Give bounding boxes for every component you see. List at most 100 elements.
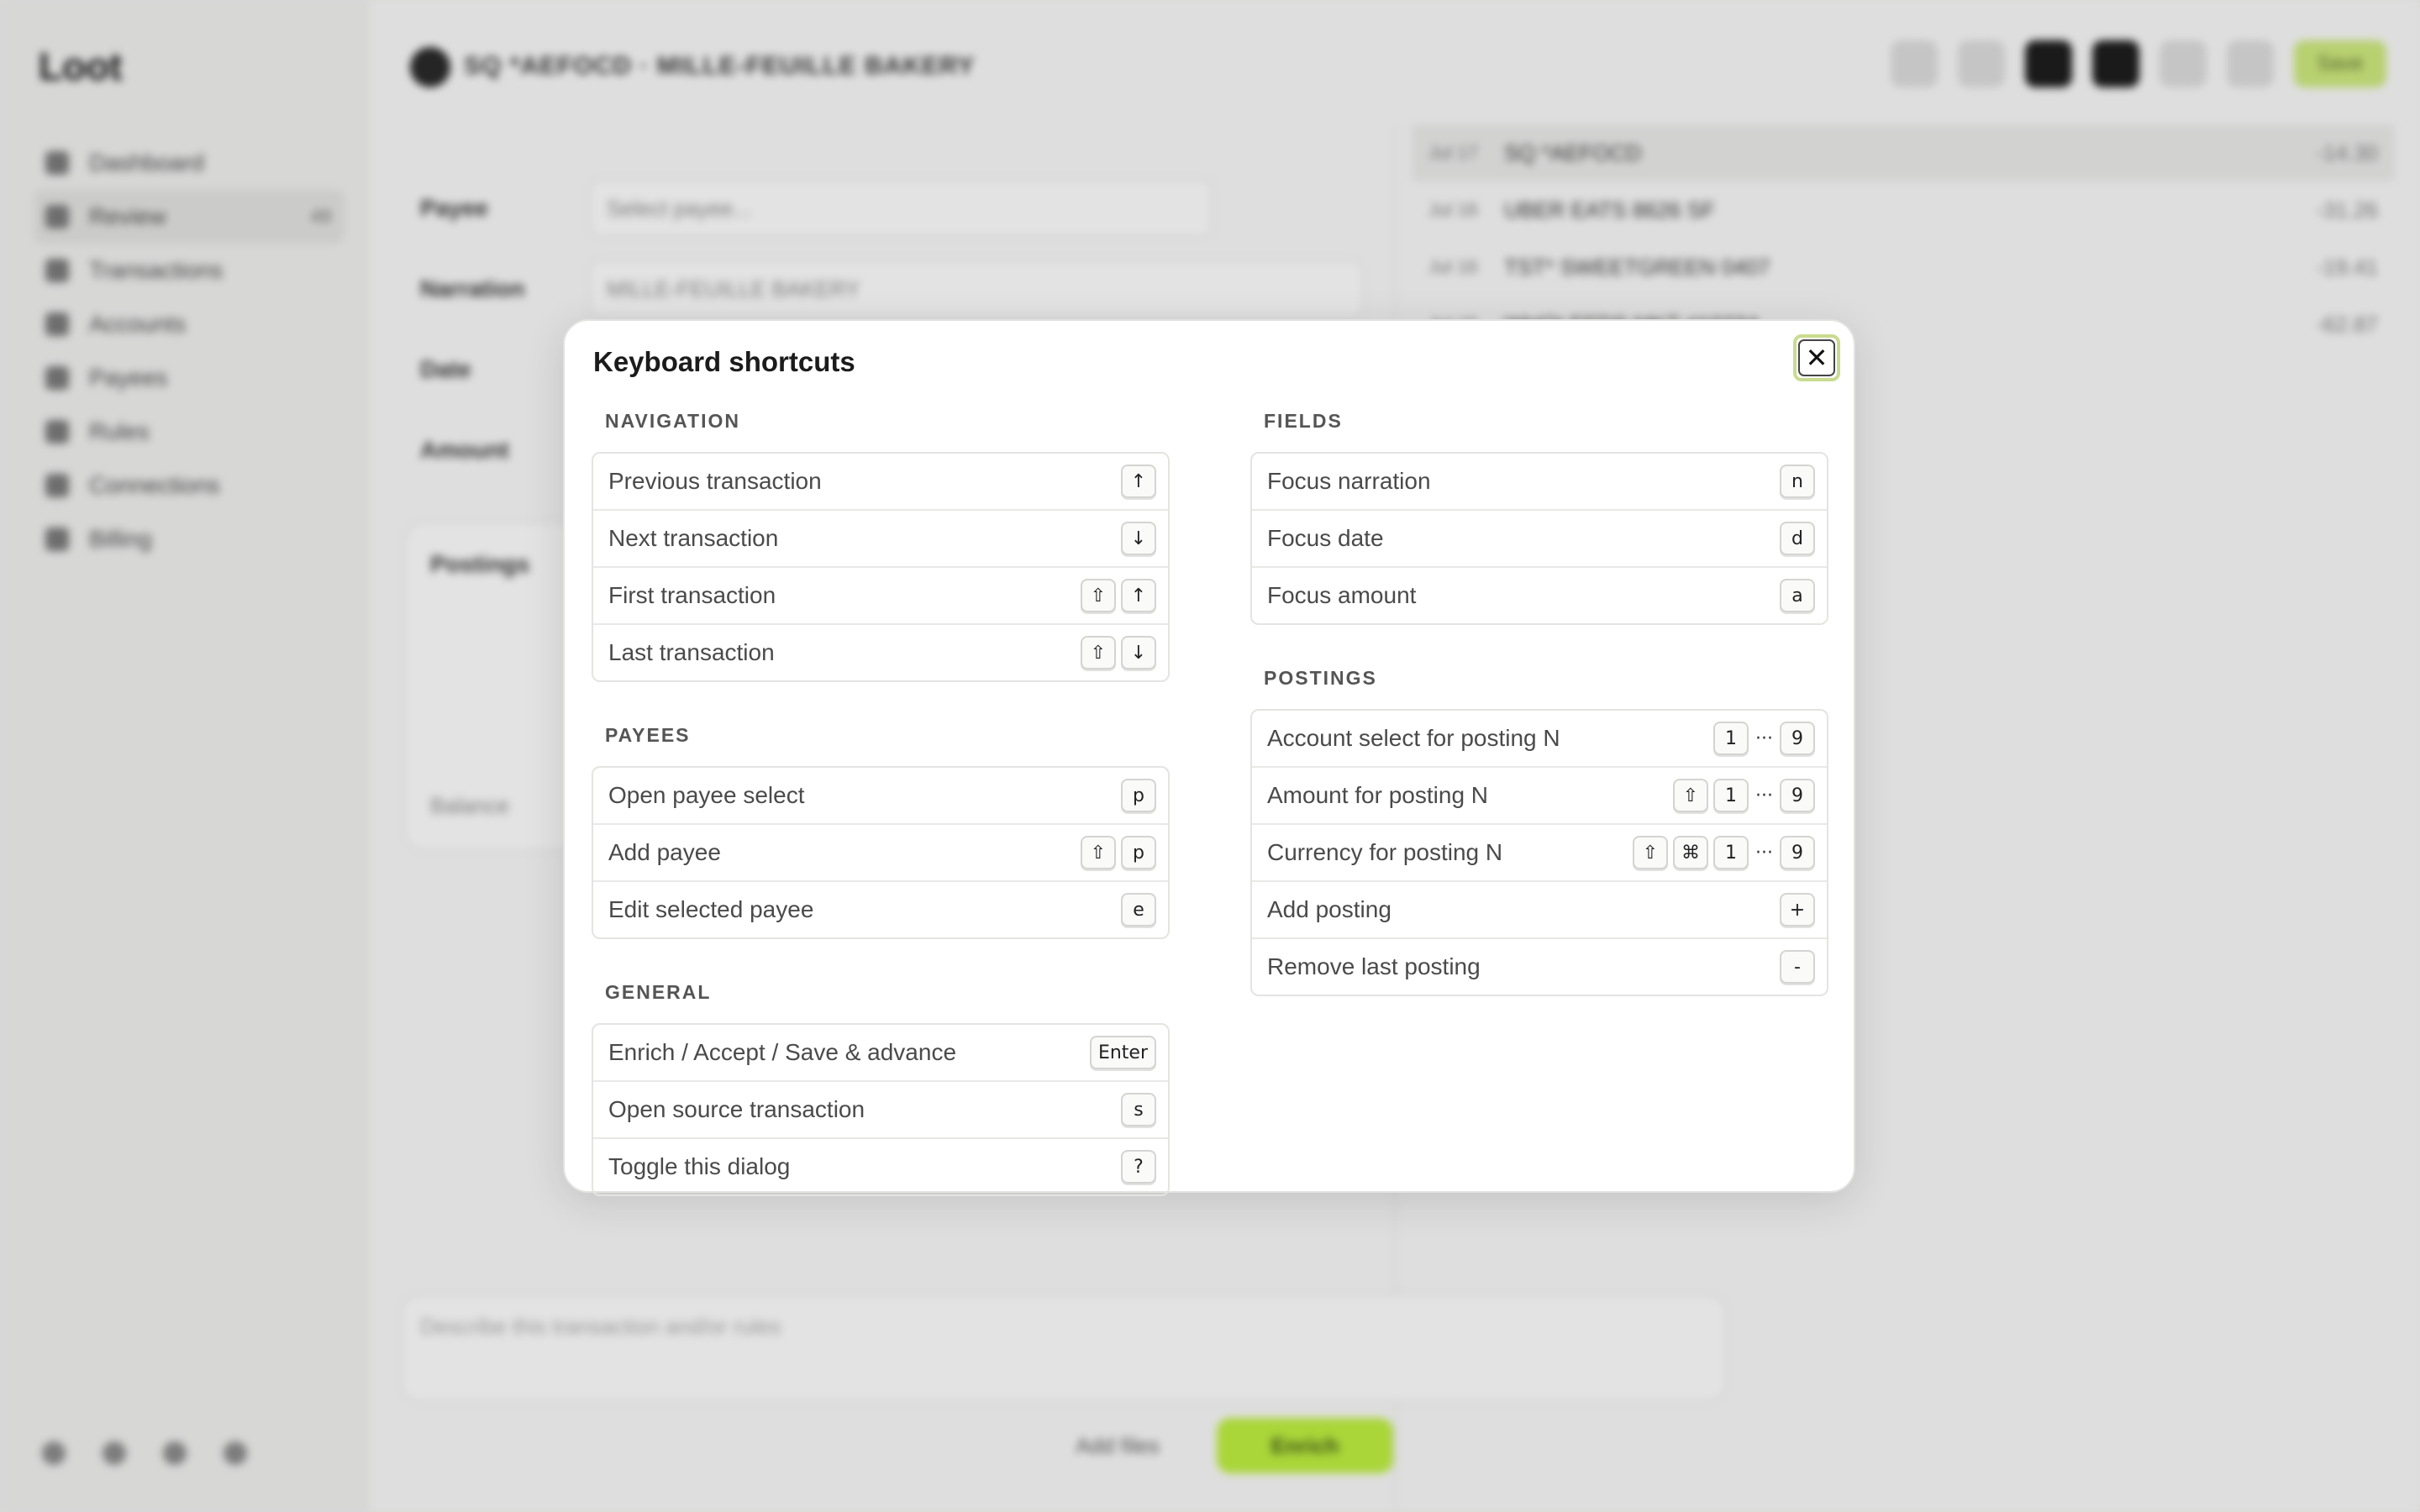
shortcut-label: Focus date xyxy=(1267,525,1384,551)
shortcut-row: First transaction ⇧ ↑ xyxy=(593,566,1168,623)
shortcut-label: Currency for posting N xyxy=(1267,839,1503,865)
shortcut-keys: d xyxy=(1780,522,1815,555)
keycap: a xyxy=(1780,579,1815,612)
keycap: ⇧ xyxy=(1081,579,1116,612)
keycap: ↑ xyxy=(1121,465,1156,498)
shortcut-label: First transaction xyxy=(608,582,776,608)
shortcut-keys: 1 ··· 9 xyxy=(1713,722,1815,755)
shortcut-keys: a xyxy=(1780,579,1815,612)
shortcut-keys: ⇧ 1 ··· 9 xyxy=(1673,779,1815,812)
shortcut-keys: e xyxy=(1121,893,1156,927)
keycap: 1 xyxy=(1713,836,1749,869)
shortcut-row: Toggle this dialog? xyxy=(593,1137,1168,1194)
shortcut-label: Enrich / Accept / Save & advance xyxy=(608,1039,957,1065)
shortcut-keys: - xyxy=(1780,950,1815,984)
keycap: ? xyxy=(1121,1150,1156,1184)
shortcut-keys: p xyxy=(1121,779,1156,812)
keycap: d xyxy=(1780,522,1815,555)
shortcut-label: Edit selected payee xyxy=(608,896,814,922)
shortcut-row: Add posting + xyxy=(1252,880,1827,937)
section-title-fields: FIELDS xyxy=(1264,410,1343,432)
keycap: 1 xyxy=(1713,722,1749,755)
shortcut-row: Open source transaction s xyxy=(593,1080,1168,1137)
shortcut-keys: ⇧ p xyxy=(1081,836,1156,869)
keycap: ↓ xyxy=(1121,636,1156,669)
shortcut-keys: ⇧ ↓ xyxy=(1081,636,1156,669)
ellipsis-icon: ··· xyxy=(1755,727,1773,749)
close-icon: ✕ xyxy=(1805,343,1828,373)
keycap: 1 xyxy=(1713,779,1749,812)
keycap: Enter xyxy=(1089,1036,1156,1069)
shortcut-label: Amount for posting N xyxy=(1267,782,1489,808)
shortcuts-column-left: NAVIGATION Previous transaction ↑ Next tra… xyxy=(592,410,1170,1196)
shortcut-keys: ? xyxy=(1121,1150,1156,1184)
shortcut-keys: ⇧ ↑ xyxy=(1081,579,1156,612)
shortcut-row: Account select for posting N 1 ··· 9 xyxy=(1252,711,1827,766)
shortcut-keys: n xyxy=(1780,465,1815,498)
ellipsis-icon: ··· xyxy=(1755,842,1773,864)
keycap: + xyxy=(1780,893,1815,927)
keycap: ⇧ xyxy=(1081,636,1116,669)
shortcut-card: Account select for posting N 1 ··· 9 Amount … xyxy=(1250,709,1828,996)
shortcut-card: Previous transaction ↑ Next transaction ↓ Fi… xyxy=(592,452,1170,682)
dialog-title: Keyboard shortcuts xyxy=(593,346,855,377)
shortcut-keys: s xyxy=(1121,1093,1156,1126)
close-button[interactable]: ✕ xyxy=(1793,334,1840,381)
shortcut-keys: ↓ xyxy=(1121,522,1156,555)
keyboard-shortcuts-dialog: Keyboard shortcuts ✕ NAVIGATION Previous… xyxy=(563,319,1855,1196)
section-title-navigation: NAVIGATION xyxy=(605,410,740,432)
shortcut-row: Focus amount a xyxy=(1252,566,1827,623)
shortcut-keys: ⇧ ⌘ 1 ··· 9 xyxy=(1633,836,1815,869)
keycap: ↓ xyxy=(1121,522,1156,555)
shortcut-row: Focus date d xyxy=(1252,509,1827,566)
keycap: s xyxy=(1121,1093,1156,1126)
keycap: 9 xyxy=(1780,836,1815,869)
shortcut-label: Add payee xyxy=(608,839,721,865)
shortcut-row: Previous transaction ↑ xyxy=(593,454,1168,509)
shortcut-label: Add posting xyxy=(1267,896,1392,922)
keycap: ↑ xyxy=(1121,579,1156,612)
keycap: ⇧ xyxy=(1673,779,1709,812)
shortcut-label: Last transaction xyxy=(608,639,775,665)
shortcut-row: Next transaction ↓ xyxy=(593,509,1168,566)
keycap: n xyxy=(1780,465,1815,498)
keycap: ⇧ xyxy=(1081,836,1116,869)
shortcut-label: Account select for posting N xyxy=(1267,725,1560,751)
shortcut-card: Focus narration n Focus date d Focus amount a xyxy=(1250,452,1828,625)
shortcut-card: Enrich / Accept / Save & advance Enter Ope… xyxy=(592,1023,1170,1196)
shortcut-keys: + xyxy=(1780,893,1815,927)
shortcut-keys: ↑ xyxy=(1121,465,1156,498)
section-title-payees: PAYEES xyxy=(605,724,691,746)
keycap: p xyxy=(1121,779,1156,812)
shortcut-row: Enrich / Accept / Save & advance Enter xyxy=(593,1025,1168,1080)
shortcut-label: Next transaction xyxy=(608,525,779,551)
shortcut-row: Last transaction ⇧ ↓ xyxy=(593,623,1168,680)
keycap: 9 xyxy=(1780,779,1815,812)
shortcut-label: Focus amount xyxy=(1267,582,1417,608)
shortcut-row: Add payee ⇧ p xyxy=(593,823,1168,880)
shortcut-row: Remove last posting - xyxy=(1252,937,1827,995)
shortcut-label: Toggle this dialog xyxy=(608,1153,791,1179)
keycap: p xyxy=(1121,836,1156,869)
shortcut-label: Open payee select xyxy=(608,782,805,808)
section-title-general: GENERAL xyxy=(605,981,712,1003)
keycap: e xyxy=(1121,893,1156,927)
shortcut-row: Focus narration n xyxy=(1252,454,1827,509)
ellipsis-icon: ··· xyxy=(1755,785,1773,806)
section-title-postings: POSTINGS xyxy=(1264,667,1377,689)
keycap: ⇧ xyxy=(1633,836,1669,869)
shortcut-row: Amount for posting N ⇧ 1 ··· 9 xyxy=(1252,766,1827,823)
shortcut-card: Open payee select p Add payee ⇧ p Edit select… xyxy=(592,766,1170,939)
shortcut-label: Remove last posting xyxy=(1267,953,1481,979)
keycap: - xyxy=(1780,950,1815,984)
shortcut-label: Focus narration xyxy=(1267,468,1431,494)
keycap: ⌘ xyxy=(1673,836,1709,869)
shortcut-row: Open payee select p xyxy=(593,768,1168,823)
shortcut-label: Previous transaction xyxy=(608,468,822,494)
shortcuts-column-right: FIELDS Focus narration n Focus date d Focus … xyxy=(1250,410,1828,996)
shortcut-keys: Enter xyxy=(1089,1036,1156,1069)
shortcut-row: Edit selected payee e xyxy=(593,880,1168,937)
shortcut-row: Currency for posting N ⇧ ⌘ 1 ··· 9 xyxy=(1252,823,1827,880)
keycap: 9 xyxy=(1780,722,1815,755)
shortcut-label: Open source transaction xyxy=(608,1096,865,1122)
